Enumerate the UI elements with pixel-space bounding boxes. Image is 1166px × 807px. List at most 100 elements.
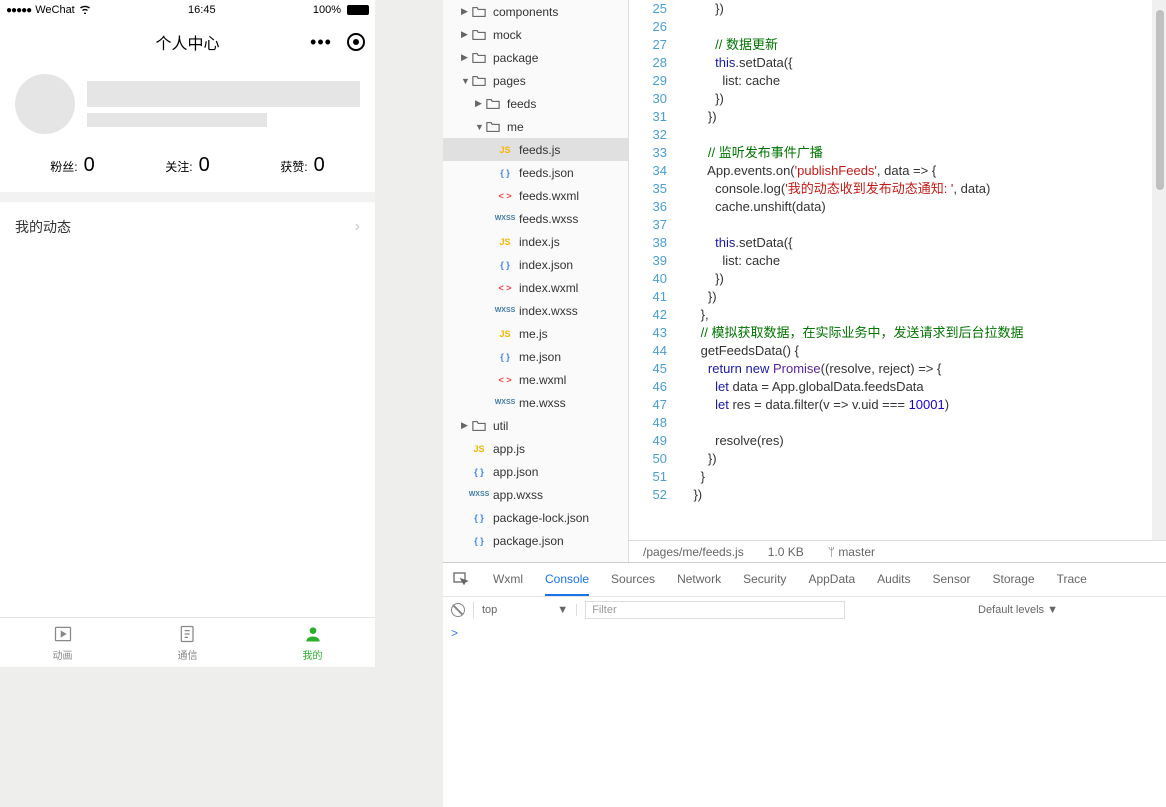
tree-item-package-json[interactable]: { } package.json: [443, 529, 628, 552]
code-editor[interactable]: 2526272829303132333435363738394041424344…: [629, 0, 1166, 540]
tree-item-index-js[interactable]: JS index.js: [443, 230, 628, 253]
stat-item[interactable]: 粉丝:0: [50, 154, 94, 177]
tree-item-package[interactable]: ▶package: [443, 46, 628, 69]
tree-item-pages[interactable]: ▼pages: [443, 69, 628, 92]
tree-item-me-js[interactable]: JSme.js: [443, 322, 628, 345]
file-size: 1.0 KB: [768, 545, 804, 559]
tree-item-index-wxml[interactable]: < >index.wxml: [443, 276, 628, 299]
tree-label: me.json: [519, 350, 561, 364]
tree-item-feeds-wxss[interactable]: WXSSfeeds.wxss: [443, 207, 628, 230]
json-icon: { }: [497, 349, 513, 365]
tree-label: index.js: [519, 235, 560, 249]
console-toolbar: top ▼ Filter Default levels ▼: [443, 596, 1166, 622]
context-select[interactable]: top ▼: [482, 604, 577, 616]
devtools-tabs: Wxml Console Sources Network Security AppData…: [443, 562, 1166, 596]
json-icon: { }: [497, 165, 513, 181]
folder-icon: [471, 50, 487, 66]
tree-item-me-wxml[interactable]: < >me.wxml: [443, 368, 628, 391]
json-icon: { }: [471, 464, 487, 480]
tree-arrow-icon: ▶: [461, 29, 471, 40]
stat-label: 获赞:: [280, 158, 307, 175]
tree-item-app-js[interactable]: JSapp.js: [443, 437, 628, 460]
js-icon: JS: [497, 142, 513, 158]
editor-vertical-scrollbar[interactable]: [1152, 0, 1166, 540]
tree-item-util[interactable]: ▶util: [443, 414, 628, 437]
tree-item-feeds-json[interactable]: { }feeds.json: [443, 161, 628, 184]
status-bar: ●●●●● WeChat 16:45 100%: [0, 0, 375, 20]
tree-item-index-wxss[interactable]: WXSSindex.wxss: [443, 299, 628, 322]
stat-item[interactable]: 关注:0: [165, 154, 209, 177]
tree-arrow-icon: ▼: [461, 76, 471, 86]
filter-input[interactable]: Filter: [585, 601, 845, 619]
section-gap: [0, 192, 375, 202]
list-item-label: 我的动态: [15, 217, 71, 237]
avatar[interactable]: [15, 74, 75, 134]
devtools-tab-security[interactable]: Security: [743, 564, 786, 596]
console-body[interactable]: >: [443, 622, 1166, 807]
dropdown-icon: ▼: [557, 604, 568, 616]
tree-label: index.wxml: [519, 281, 578, 295]
tree-label: package.json: [493, 534, 564, 548]
profile-section: 粉丝:0关注:0获赞:0: [0, 64, 375, 192]
my-feeds-row[interactable]: 我的动态 ›: [0, 202, 375, 252]
tree-item-app-json[interactable]: { } app.json: [443, 460, 628, 483]
inspect-icon[interactable]: [453, 571, 471, 589]
tree-item-feeds-wxml[interactable]: < >feeds.wxml: [443, 184, 628, 207]
clear-console-icon[interactable]: [451, 603, 465, 617]
tab-label: 通信: [178, 647, 198, 662]
js-icon: JS: [497, 326, 513, 342]
folder-icon: [485, 96, 501, 112]
tree-arrow-icon: ▶: [475, 98, 485, 109]
tab-1[interactable]: 通信: [125, 618, 250, 667]
devtools-tab-trace[interactable]: Trace: [1057, 564, 1087, 596]
stat-value: 0: [84, 154, 95, 177]
file-explorer[interactable]: ▶components▶mock▶package▼pages▶feeds▼meJ…: [443, 0, 629, 562]
devtools-tab-sources[interactable]: Sources: [611, 564, 655, 596]
tree-item-components[interactable]: ▶ components: [443, 0, 628, 23]
stat-item[interactable]: 获赞:0: [280, 154, 324, 177]
tree-arrow-icon: ▶: [461, 52, 471, 63]
devtools-tab-audits[interactable]: Audits: [877, 564, 910, 596]
tree-arrow-icon: ▶: [461, 420, 471, 431]
tree-item-index-json[interactable]: { }index.json: [443, 253, 628, 276]
tree-item-me-wxss[interactable]: WXSSme.wxss: [443, 391, 628, 414]
json-icon: { }: [471, 533, 487, 549]
capsule-menu-button[interactable]: •••: [309, 30, 333, 54]
devtools-tab-appdata[interactable]: AppData: [808, 564, 855, 596]
carrier-label: WeChat: [35, 4, 75, 16]
tree-label: feeds: [507, 97, 536, 111]
tree-item-me-json[interactable]: { } me.json: [443, 345, 628, 368]
json-icon: { }: [497, 257, 513, 273]
folder-icon: [471, 4, 487, 20]
wxss-icon: WXSS: [471, 487, 487, 503]
js-icon: JS: [497, 234, 513, 250]
tab-0[interactable]: 动画: [0, 618, 125, 667]
devtools-tab-sensor[interactable]: Sensor: [933, 564, 971, 596]
tree-item-feeds[interactable]: ▶ feeds: [443, 92, 628, 115]
battery-icon: [345, 5, 369, 15]
tab-2[interactable]: 我的: [250, 618, 375, 667]
tree-item-package-lock-json[interactable]: { }package-lock.json: [443, 506, 628, 529]
tree-label: components: [493, 5, 558, 19]
tree-item-app-wxss[interactable]: WXSSapp.wxss: [443, 483, 628, 506]
page-title: 个人中心: [155, 30, 219, 54]
tree-label: mock: [493, 28, 522, 42]
devtools-tab-storage[interactable]: Storage: [993, 564, 1035, 596]
devtools-tab-wxml[interactable]: Wxml: [493, 564, 523, 596]
devtools-tab-network[interactable]: Network: [677, 564, 721, 596]
tree-label: app.json: [493, 465, 538, 479]
capsule-close-button[interactable]: [347, 33, 365, 51]
tree-item-mock[interactable]: ▶ mock: [443, 23, 628, 46]
code-content[interactable]: }) // 数据更新 this.setData({ list: cache })…: [679, 0, 1166, 540]
phone-simulator: ●●●●● WeChat 16:45 100% 个人中心 ••• 粉丝:0 关注:…: [0, 0, 375, 667]
devtools-tab-console[interactable]: Console: [545, 564, 589, 596]
tree-item-me[interactable]: ▼me: [443, 115, 628, 138]
tab-label: 我的: [303, 647, 323, 662]
tree-label: me.wxml: [519, 373, 566, 387]
tree-arrow-icon: ▶: [461, 6, 471, 17]
wxss-icon: WXSS: [497, 303, 513, 319]
tree-item-feeds-js[interactable]: JSfeeds.js: [443, 138, 628, 161]
stat-label: 关注:: [165, 158, 192, 175]
file-path: /pages/me/feeds.js: [643, 545, 744, 559]
log-levels-select[interactable]: Default levels ▼: [978, 604, 1058, 616]
